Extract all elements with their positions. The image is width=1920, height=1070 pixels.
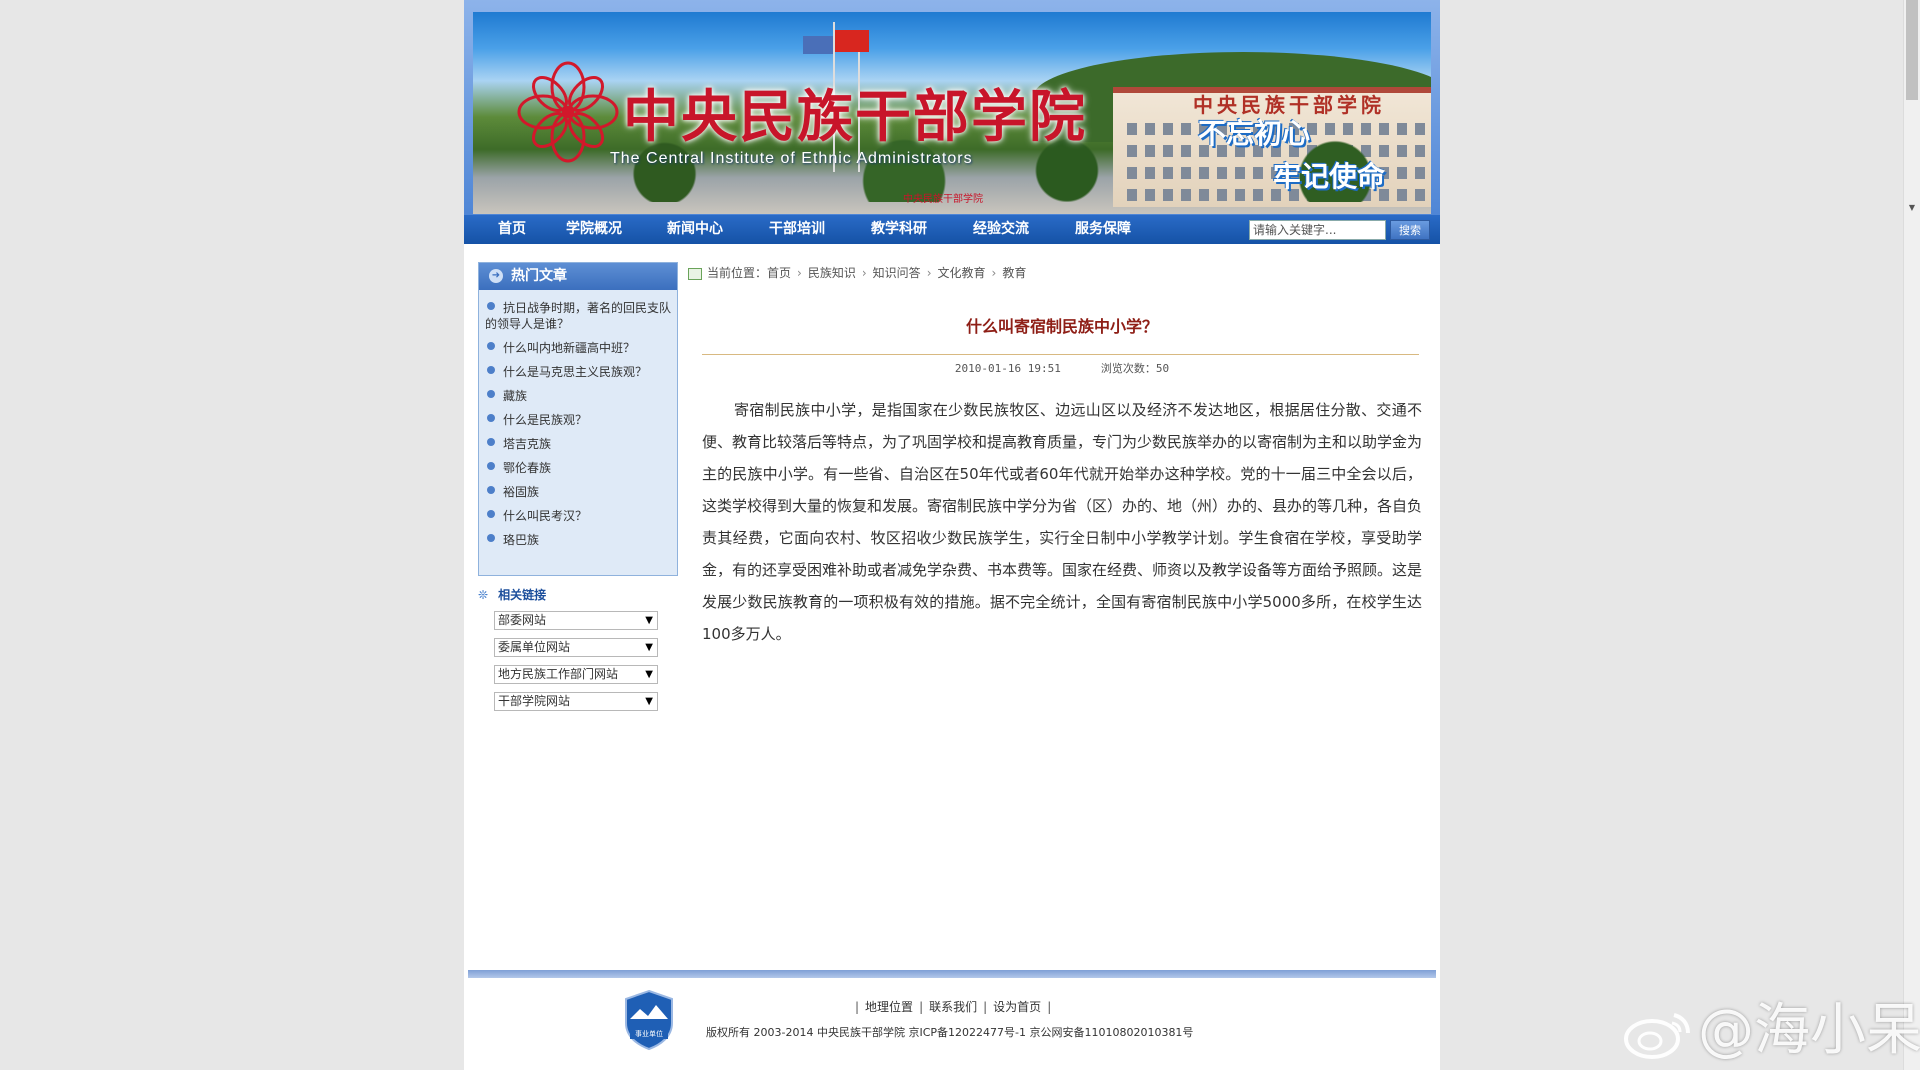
footer-link-location[interactable]: 地理位置 bbox=[865, 1000, 913, 1014]
related-links-header: ❊ 相关链接 bbox=[478, 586, 546, 603]
article-body: 寄宿制民族中小学，是指国家在少数民族牧区、边远山区以及经济不发达地区，根据居住分… bbox=[702, 401, 1423, 643]
hot-article-link[interactable]: 塔吉克族 bbox=[485, 434, 671, 454]
secondary-flag bbox=[803, 36, 833, 54]
dropdown-arrow-icon: ▼ bbox=[645, 642, 653, 653]
dropdown-arrow-icon: ▼ bbox=[645, 669, 653, 680]
nav-item-training[interactable]: 干部培训 bbox=[769, 215, 825, 244]
nav-item-news[interactable]: 新闻中心 bbox=[667, 215, 723, 244]
public-institution-badge-icon: 事业单位 bbox=[625, 989, 673, 1051]
hot-article-link[interactable]: 珞巴族 bbox=[485, 530, 671, 550]
weibo-icon bbox=[1624, 1012, 1690, 1059]
hot-article-link[interactable]: 抗日战争时期，著名的回民支队的领导人是谁？ bbox=[485, 298, 671, 334]
link-select-label: 地方民族工作部门网站 bbox=[498, 667, 619, 681]
link-select-cadre-colleges[interactable]: 干部学院网站 ▼ bbox=[494, 692, 658, 711]
banner-image: 中央民族干部学院 中央民族干部学院 The Central Institute … bbox=[473, 12, 1431, 214]
hot-article-link[interactable]: 什么叫内地新疆高中班？ bbox=[485, 338, 671, 358]
article-views: 浏览次数：50 bbox=[1100, 362, 1170, 375]
footer-links: | 地理位置 | 联系我们 | 设为首页 | bbox=[855, 1000, 1052, 1014]
title-divider bbox=[702, 354, 1419, 355]
nav-item-exchange[interactable]: 经验交流 bbox=[973, 215, 1029, 244]
hot-articles-header: ➜ 热门文章 bbox=[479, 263, 677, 290]
link-select-ministries[interactable]: 部委网站 ▼ bbox=[494, 611, 658, 630]
location-icon bbox=[688, 267, 702, 280]
scrollbar-thumb[interactable] bbox=[1906, 0, 1918, 100]
related-links-title: 相关链接 bbox=[498, 588, 547, 602]
search-input[interactable] bbox=[1249, 220, 1386, 240]
footer-divider bbox=[468, 970, 1436, 978]
institute-logo-icon bbox=[517, 61, 619, 163]
nav-item-about[interactable]: 学院概况 bbox=[566, 215, 622, 244]
link-select-affiliated-units[interactable]: 委属单位网站 ▼ bbox=[494, 638, 658, 657]
breadcrumb: 当前位置：首页 › 民族知识 › 知识问答 › 文化教育 › 教育 bbox=[688, 264, 1026, 281]
breadcrumb-item-ethnic-knowledge[interactable]: 民族知识 bbox=[808, 266, 856, 280]
hot-articles-panel: ➜ 热门文章 抗日战争时期，著名的回民支队的领导人是谁？ 什么叫内地新疆高中班？ … bbox=[478, 262, 678, 576]
site-header: 中央民族干部学院 中央民族干部学院 The Central Institute … bbox=[464, 0, 1440, 215]
hot-articles-title: 热门文章 bbox=[511, 268, 567, 284]
dropdown-arrow-icon: ▼ bbox=[645, 696, 653, 707]
banner-title-en: The Central Institute of Ethnic Administ… bbox=[610, 150, 973, 167]
footer-link-set-homepage[interactable]: 设为首页 bbox=[993, 1000, 1041, 1014]
nav-item-home[interactable]: 首页 bbox=[498, 215, 526, 244]
nav-item-services[interactable]: 服务保障 bbox=[1075, 215, 1131, 244]
breadcrumb-item-qa[interactable]: 知识问答 bbox=[873, 266, 921, 280]
banner-title-cn: 中央民族干部学院 bbox=[623, 84, 1087, 150]
link-select-label: 委属单位网站 bbox=[498, 640, 571, 654]
breadcrumb-item-home[interactable]: 首页 bbox=[767, 266, 791, 280]
page-scrollbar[interactable]: ▲ ▼ bbox=[1903, 0, 1920, 1070]
weibo-watermark: @海小呆 bbox=[1622, 985, 1920, 1066]
search-button[interactable]: 搜索 bbox=[1390, 220, 1430, 240]
hot-articles-list: 抗日战争时期，著名的回民支队的领导人是谁？ 什么叫内地新疆高中班？ 什么是马克思… bbox=[479, 290, 677, 550]
watermark-text: @海小呆 bbox=[1698, 998, 1920, 1063]
banner-slogan-line2: 牢记使命 bbox=[1273, 160, 1386, 193]
scroll-down-icon[interactable]: ▼ bbox=[1904, 200, 1920, 216]
breadcrumb-item-education[interactable]: 教育 bbox=[1002, 266, 1026, 280]
nav-item-research[interactable]: 教学科研 bbox=[871, 215, 927, 244]
copyright-text: 版权所有 2003-2014 中央民族干部学院 京ICP备12022477号-1… bbox=[706, 1026, 1194, 1039]
article-title: 什么叫寄宿制民族中小学？ bbox=[965, 317, 1158, 336]
breadcrumb-item-culture-education[interactable]: 文化教育 bbox=[938, 266, 986, 280]
main-nav: 首页 学院概况 新闻中心 干部培训 教学科研 经验交流 服务保障 搜索 bbox=[464, 215, 1440, 244]
link-select-label: 部委网站 bbox=[498, 613, 547, 627]
breadcrumb-prefix: 当前位置： bbox=[707, 266, 768, 280]
hot-article-link[interactable]: 什么叫民考汉？ bbox=[485, 506, 671, 526]
dropdown-arrow-icon: ▼ bbox=[645, 615, 653, 626]
national-flag bbox=[835, 30, 869, 52]
hot-article-link[interactable]: 鄂伦春族 bbox=[485, 458, 671, 478]
hot-article-link[interactable]: 什么是民族观？ bbox=[485, 410, 671, 430]
hot-article-link[interactable]: 裕固族 bbox=[485, 482, 671, 502]
svg-text:事业单位: 事业单位 bbox=[635, 1029, 663, 1038]
footer-link-contact[interactable]: 联系我们 bbox=[929, 1000, 977, 1014]
article-meta: 2010-01-16 19:51 浏览次数：50 bbox=[702, 360, 1422, 376]
link-select-label: 干部学院网站 bbox=[498, 694, 571, 708]
hot-article-link[interactable]: 什么是马克思主义民族观？ bbox=[485, 362, 671, 382]
article-date: 2010-01-16 19:51 bbox=[954, 362, 1061, 375]
hot-article-link[interactable]: 藏族 bbox=[485, 386, 671, 406]
snowflake-icon: ❊ bbox=[478, 588, 489, 602]
arrow-right-icon: ➜ bbox=[489, 269, 503, 283]
banner-small-text: 中央民族干部学院 bbox=[903, 194, 983, 205]
link-select-local-departments[interactable]: 地方民族工作部门网站 ▼ bbox=[494, 665, 658, 684]
banner-slogan-line1: 不忘初心 bbox=[1198, 117, 1311, 150]
page-container: 中央民族干部学院 中央民族干部学院 The Central Institute … bbox=[464, 0, 1440, 1070]
